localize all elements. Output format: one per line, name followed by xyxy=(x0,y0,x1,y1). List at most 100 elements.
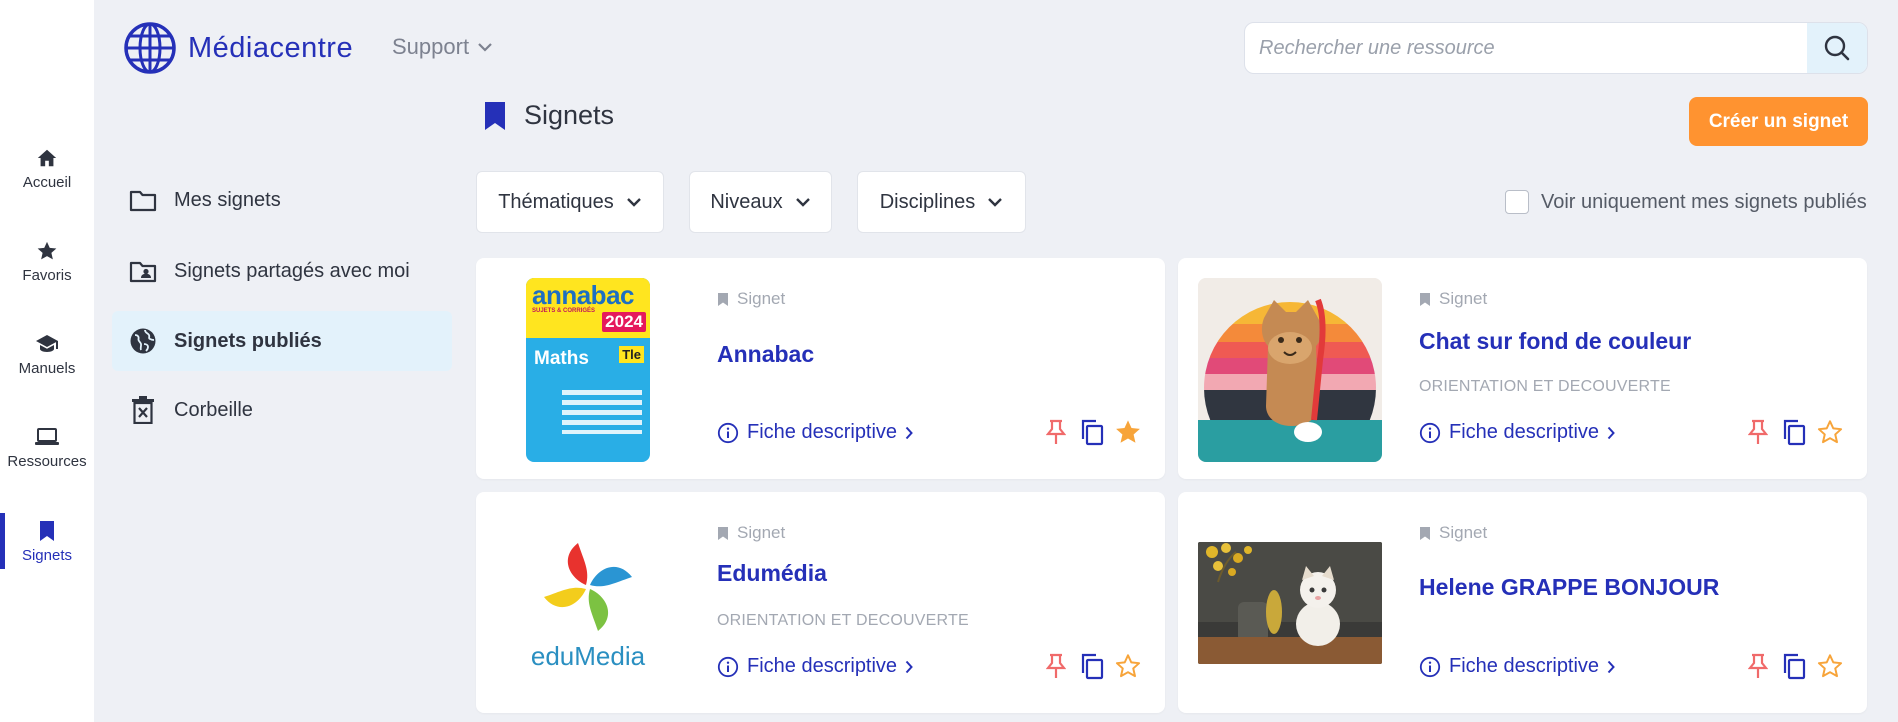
card-actions xyxy=(1744,418,1852,446)
bookmark-icon xyxy=(718,526,728,540)
only-my-published-label: Voir uniquement mes signets publiés xyxy=(1541,190,1867,213)
globe-icon xyxy=(128,326,158,356)
fiche-label: Fiche descriptive xyxy=(1449,421,1600,443)
favorite-button[interactable] xyxy=(1816,652,1844,680)
fiche-descriptive-link[interactable]: Fiche descriptive xyxy=(717,421,913,444)
sidebar-item-corbeille[interactable]: Corbeille xyxy=(112,380,452,440)
annabac-brand: annabac xyxy=(532,280,635,310)
fiche-label: Fiche descriptive xyxy=(747,655,898,677)
filter-niveaux[interactable]: Niveaux xyxy=(689,171,832,233)
rail-item-label: Favoris xyxy=(22,266,72,284)
sidebar-item-label: Signets publiés xyxy=(174,329,322,352)
card-title[interactable]: Helene GRAPPE BONJOUR xyxy=(1419,574,1719,601)
pin-icon xyxy=(1748,419,1768,444)
page-title: Signets xyxy=(484,100,614,131)
annabac-cover-body: Maths Tle xyxy=(526,338,650,462)
sidebar-item-label: Corbeille xyxy=(174,398,253,421)
card-title[interactable]: Annabac xyxy=(717,341,814,368)
app-logo[interactable]: Médiacentre xyxy=(124,22,353,74)
star-outline-icon xyxy=(1115,654,1141,678)
main-nav-rail: Accueil Favoris Manuels Ressources Signe… xyxy=(0,0,94,722)
fiche-descriptive-link[interactable]: Fiche descriptive xyxy=(717,655,913,678)
card-title[interactable]: Edumédia xyxy=(717,560,827,587)
rail-item-favoris[interactable]: Favoris xyxy=(0,229,94,293)
edumedia-pinwheel-icon xyxy=(544,542,632,631)
favorite-button[interactable] xyxy=(1816,418,1844,446)
sidebar-item-mes-signets[interactable]: Mes signets xyxy=(112,170,452,230)
card-type: Signet xyxy=(1419,289,1487,309)
edumedia-logo: eduMedia xyxy=(496,512,680,696)
only-my-published-toggle[interactable]: Voir uniquement mes signets publiés xyxy=(1505,190,1867,214)
search-input[interactable] xyxy=(1245,23,1807,73)
annabac-cover-header: annabac SUJETS & CORRIGÉS 2024 xyxy=(526,278,650,338)
copy-button[interactable] xyxy=(1780,652,1808,680)
card-type: Signet xyxy=(1419,523,1487,543)
fiche-descriptive-link[interactable]: Fiche descriptive xyxy=(1419,421,1615,444)
folder-icon xyxy=(128,185,158,215)
chevron-down-icon xyxy=(478,43,492,52)
home-icon xyxy=(35,146,59,170)
rail-item-label: Accueil xyxy=(22,173,72,191)
card-title[interactable]: Chat sur fond de couleur xyxy=(1419,328,1691,355)
info-icon xyxy=(1419,422,1441,443)
bookmark-card-edumedia[interactable]: eduMedia Signet Edumédia ORIENTATION ET … xyxy=(476,492,1165,713)
pin-button[interactable] xyxy=(1042,418,1070,446)
bookmark-card-helene[interactable]: Signet Helene GRAPPE BONJOUR Fiche descr… xyxy=(1178,492,1867,713)
filter-disciplines[interactable]: Disciplines xyxy=(857,171,1026,233)
copy-button[interactable] xyxy=(1078,418,1106,446)
card-type: Signet xyxy=(717,289,785,309)
bookmark-icon xyxy=(1420,292,1430,306)
copy-button[interactable] xyxy=(1780,418,1808,446)
fiche-descriptive-link[interactable]: Fiche descriptive xyxy=(1419,655,1615,678)
rail-item-manuels[interactable]: Manuels xyxy=(0,322,94,386)
card-actions xyxy=(1042,418,1150,446)
favorite-button[interactable] xyxy=(1114,418,1142,446)
copy-icon xyxy=(1783,653,1806,680)
search-bar xyxy=(1244,22,1868,74)
pin-icon xyxy=(1046,419,1066,444)
card-type-label: Signet xyxy=(1439,523,1488,542)
annabac-cover-lines xyxy=(562,390,642,434)
only-my-published-checkbox[interactable] xyxy=(1505,190,1529,214)
create-bookmark-button[interactable]: Créer un signet xyxy=(1689,97,1868,146)
copy-button[interactable] xyxy=(1078,652,1106,680)
sidebar-item-signets-publies[interactable]: Signets publiés xyxy=(112,311,452,371)
trash-icon xyxy=(128,395,158,425)
rail-item-label: Signets xyxy=(21,546,73,564)
filter-thematiques[interactable]: Thématiques xyxy=(476,171,664,233)
sidebar-item-label: Mes signets xyxy=(174,188,281,211)
search-button[interactable] xyxy=(1807,23,1867,73)
bookmark-icon xyxy=(485,101,505,130)
kitten-photo xyxy=(1198,542,1382,664)
rail-item-ressources[interactable]: Ressources xyxy=(0,415,94,479)
info-icon xyxy=(1419,656,1441,677)
kitten-photo-image xyxy=(1198,542,1382,664)
favorite-button[interactable] xyxy=(1114,652,1142,680)
card-type-label: Signet xyxy=(1439,289,1488,308)
bookmark-card-annabac[interactable]: annabac SUJETS & CORRIGÉS 2024 Maths Tle… xyxy=(476,258,1165,479)
chevron-right-icon xyxy=(905,426,913,439)
annabac-grade: Tle xyxy=(619,346,644,363)
pin-button[interactable] xyxy=(1042,652,1070,680)
rail-item-accueil[interactable]: Accueil xyxy=(0,136,94,200)
bookmark-icon xyxy=(1420,526,1430,540)
pin-button[interactable] xyxy=(1744,652,1772,680)
info-icon xyxy=(717,422,739,443)
card-actions xyxy=(1744,652,1852,680)
card-actions xyxy=(1042,652,1150,680)
logo-text: Médiacentre xyxy=(188,31,354,64)
globe-logo-icon xyxy=(124,22,176,74)
chevron-down-icon xyxy=(795,198,810,207)
card-type-label: Signet xyxy=(737,523,786,542)
cat-photo-image xyxy=(1198,278,1382,462)
shared-folder-icon xyxy=(128,256,158,286)
rail-item-label: Ressources xyxy=(7,452,87,470)
bookmark-card-chat[interactable]: Signet Chat sur fond de couleur ORIENTAT… xyxy=(1178,258,1867,479)
annabac-cover: annabac SUJETS & CORRIGÉS 2024 Maths Tle xyxy=(526,278,650,462)
support-menu[interactable]: Support xyxy=(392,34,493,60)
rail-item-signets[interactable]: Signets xyxy=(0,509,94,573)
pin-button[interactable] xyxy=(1744,418,1772,446)
bookmark-icon xyxy=(35,519,59,543)
graduation-cap-icon xyxy=(35,332,59,356)
sidebar-item-signets-partages[interactable]: Signets partagés avec moi xyxy=(112,241,452,301)
